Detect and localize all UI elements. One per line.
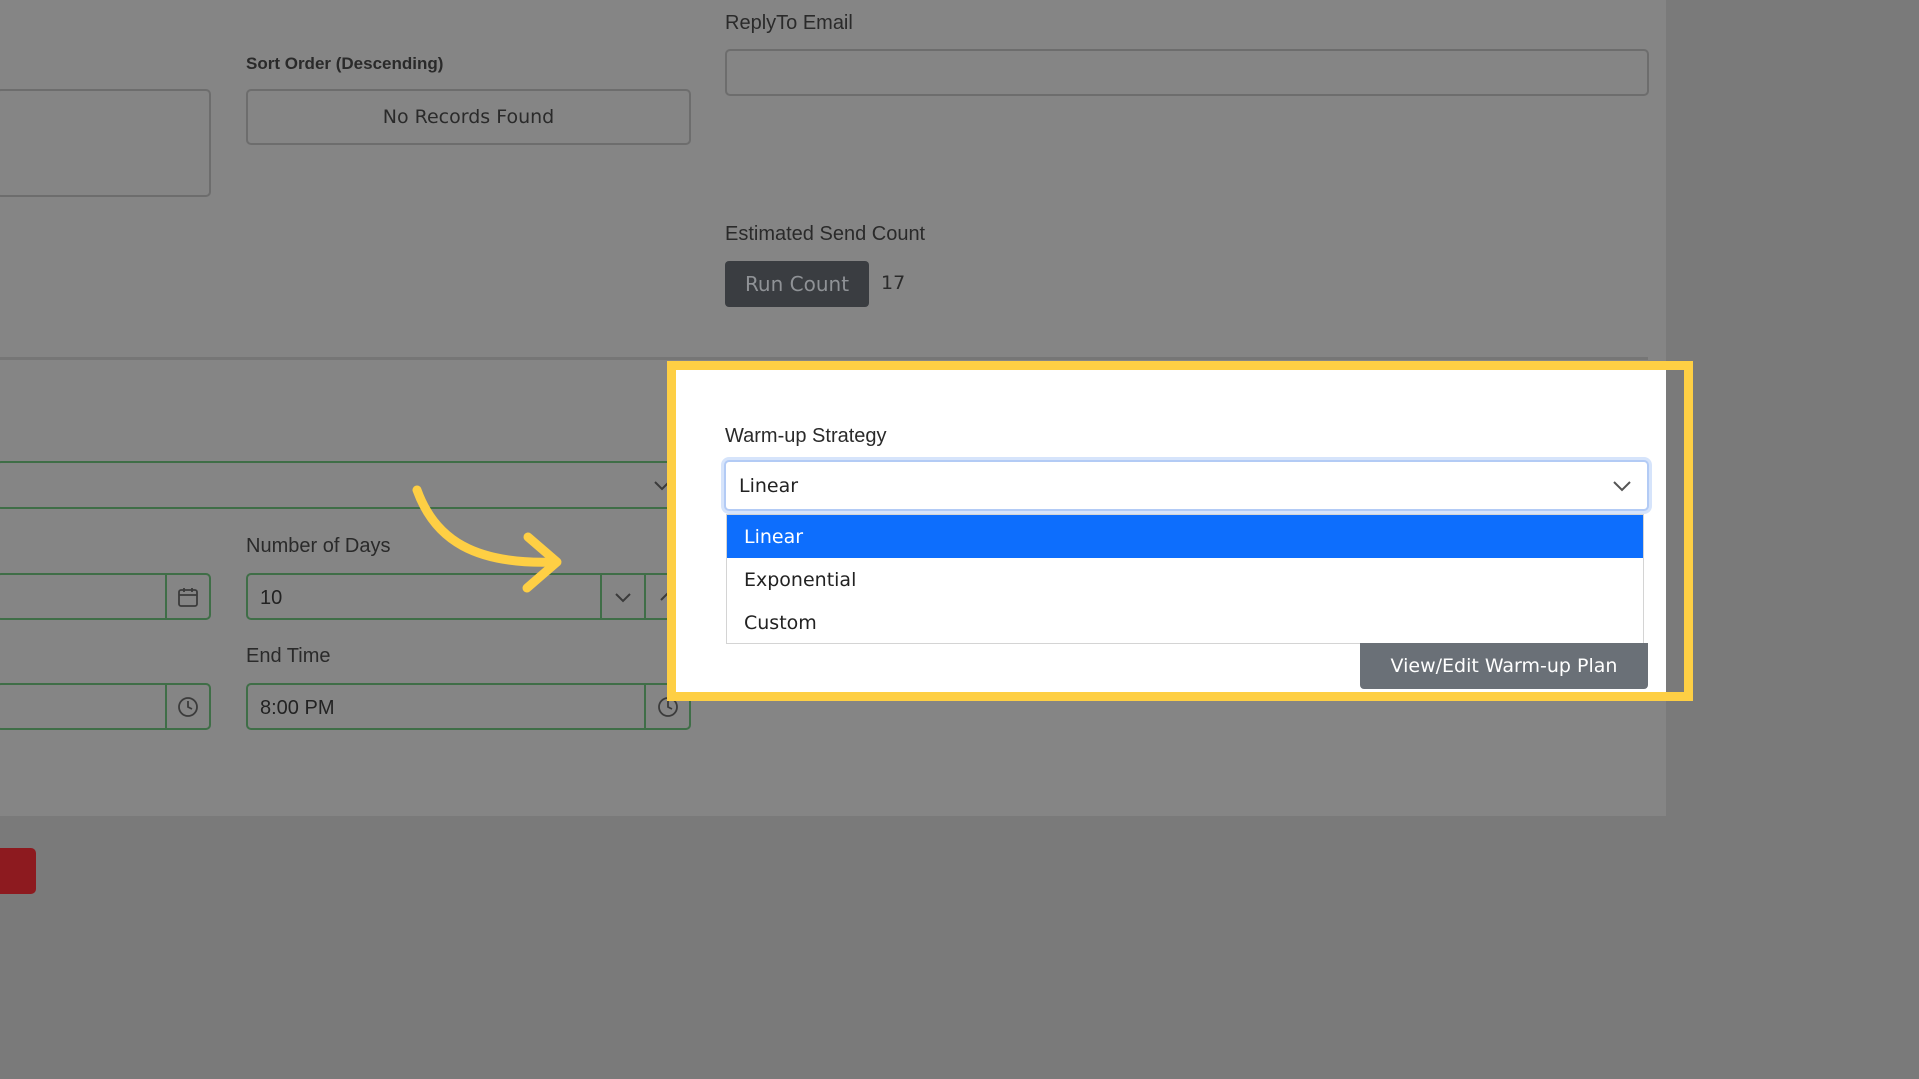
number-of-days-value: 10 [260,587,283,609]
arrow-annotation [412,485,562,593]
end-time-value: 8:00 PM [260,697,335,719]
number-of-days-label: Number of Days [246,535,391,557]
calendar-button[interactable] [165,575,209,618]
start-time-clock-button[interactable] [165,685,209,728]
end-time-input[interactable]: 8:00 PM [246,683,691,730]
option-exponential[interactable]: Exponential [727,558,1643,601]
reply-to-email-label: ReplyTo Email [725,12,853,34]
reply-to-email-input[interactable] [725,49,1649,96]
left-partial-box [0,89,211,197]
start-time-input[interactable] [0,683,211,730]
run-count-button[interactable]: Run Count [725,261,869,307]
view-edit-warmup-plan-button[interactable]: View/Edit Warm-up Plan [1360,643,1648,689]
warmup-strategy-select[interactable]: Linear [724,460,1649,511]
calendar-icon [178,587,198,607]
section-divider [0,357,1648,360]
left-green-select[interactable] [0,461,691,509]
estimated-count-value: 17 [881,272,906,294]
end-time-label: End Time [246,645,331,667]
clock-icon [178,696,198,717]
decrement-button[interactable] [600,575,644,618]
option-custom[interactable]: Custom [727,601,1643,644]
sort-order-label: Sort Order (Descending) [246,54,444,73]
start-date-input[interactable] [0,573,211,620]
option-linear[interactable]: Linear [727,515,1643,558]
sort-order-list[interactable]: No Records Found [246,89,691,145]
delete-button[interactable] [0,848,36,894]
sort-order-empty-text: No Records Found [382,105,555,128]
chevron-down-icon [615,592,631,602]
warmup-strategy-label: Warm-up Strategy [725,425,887,447]
chevron-down-icon [1613,481,1631,492]
warmup-strategy-options: Linear Exponential Custom [726,514,1644,644]
warmup-strategy-selected-value: Linear [739,474,799,497]
estimated-send-count-label: Estimated Send Count [725,223,926,245]
